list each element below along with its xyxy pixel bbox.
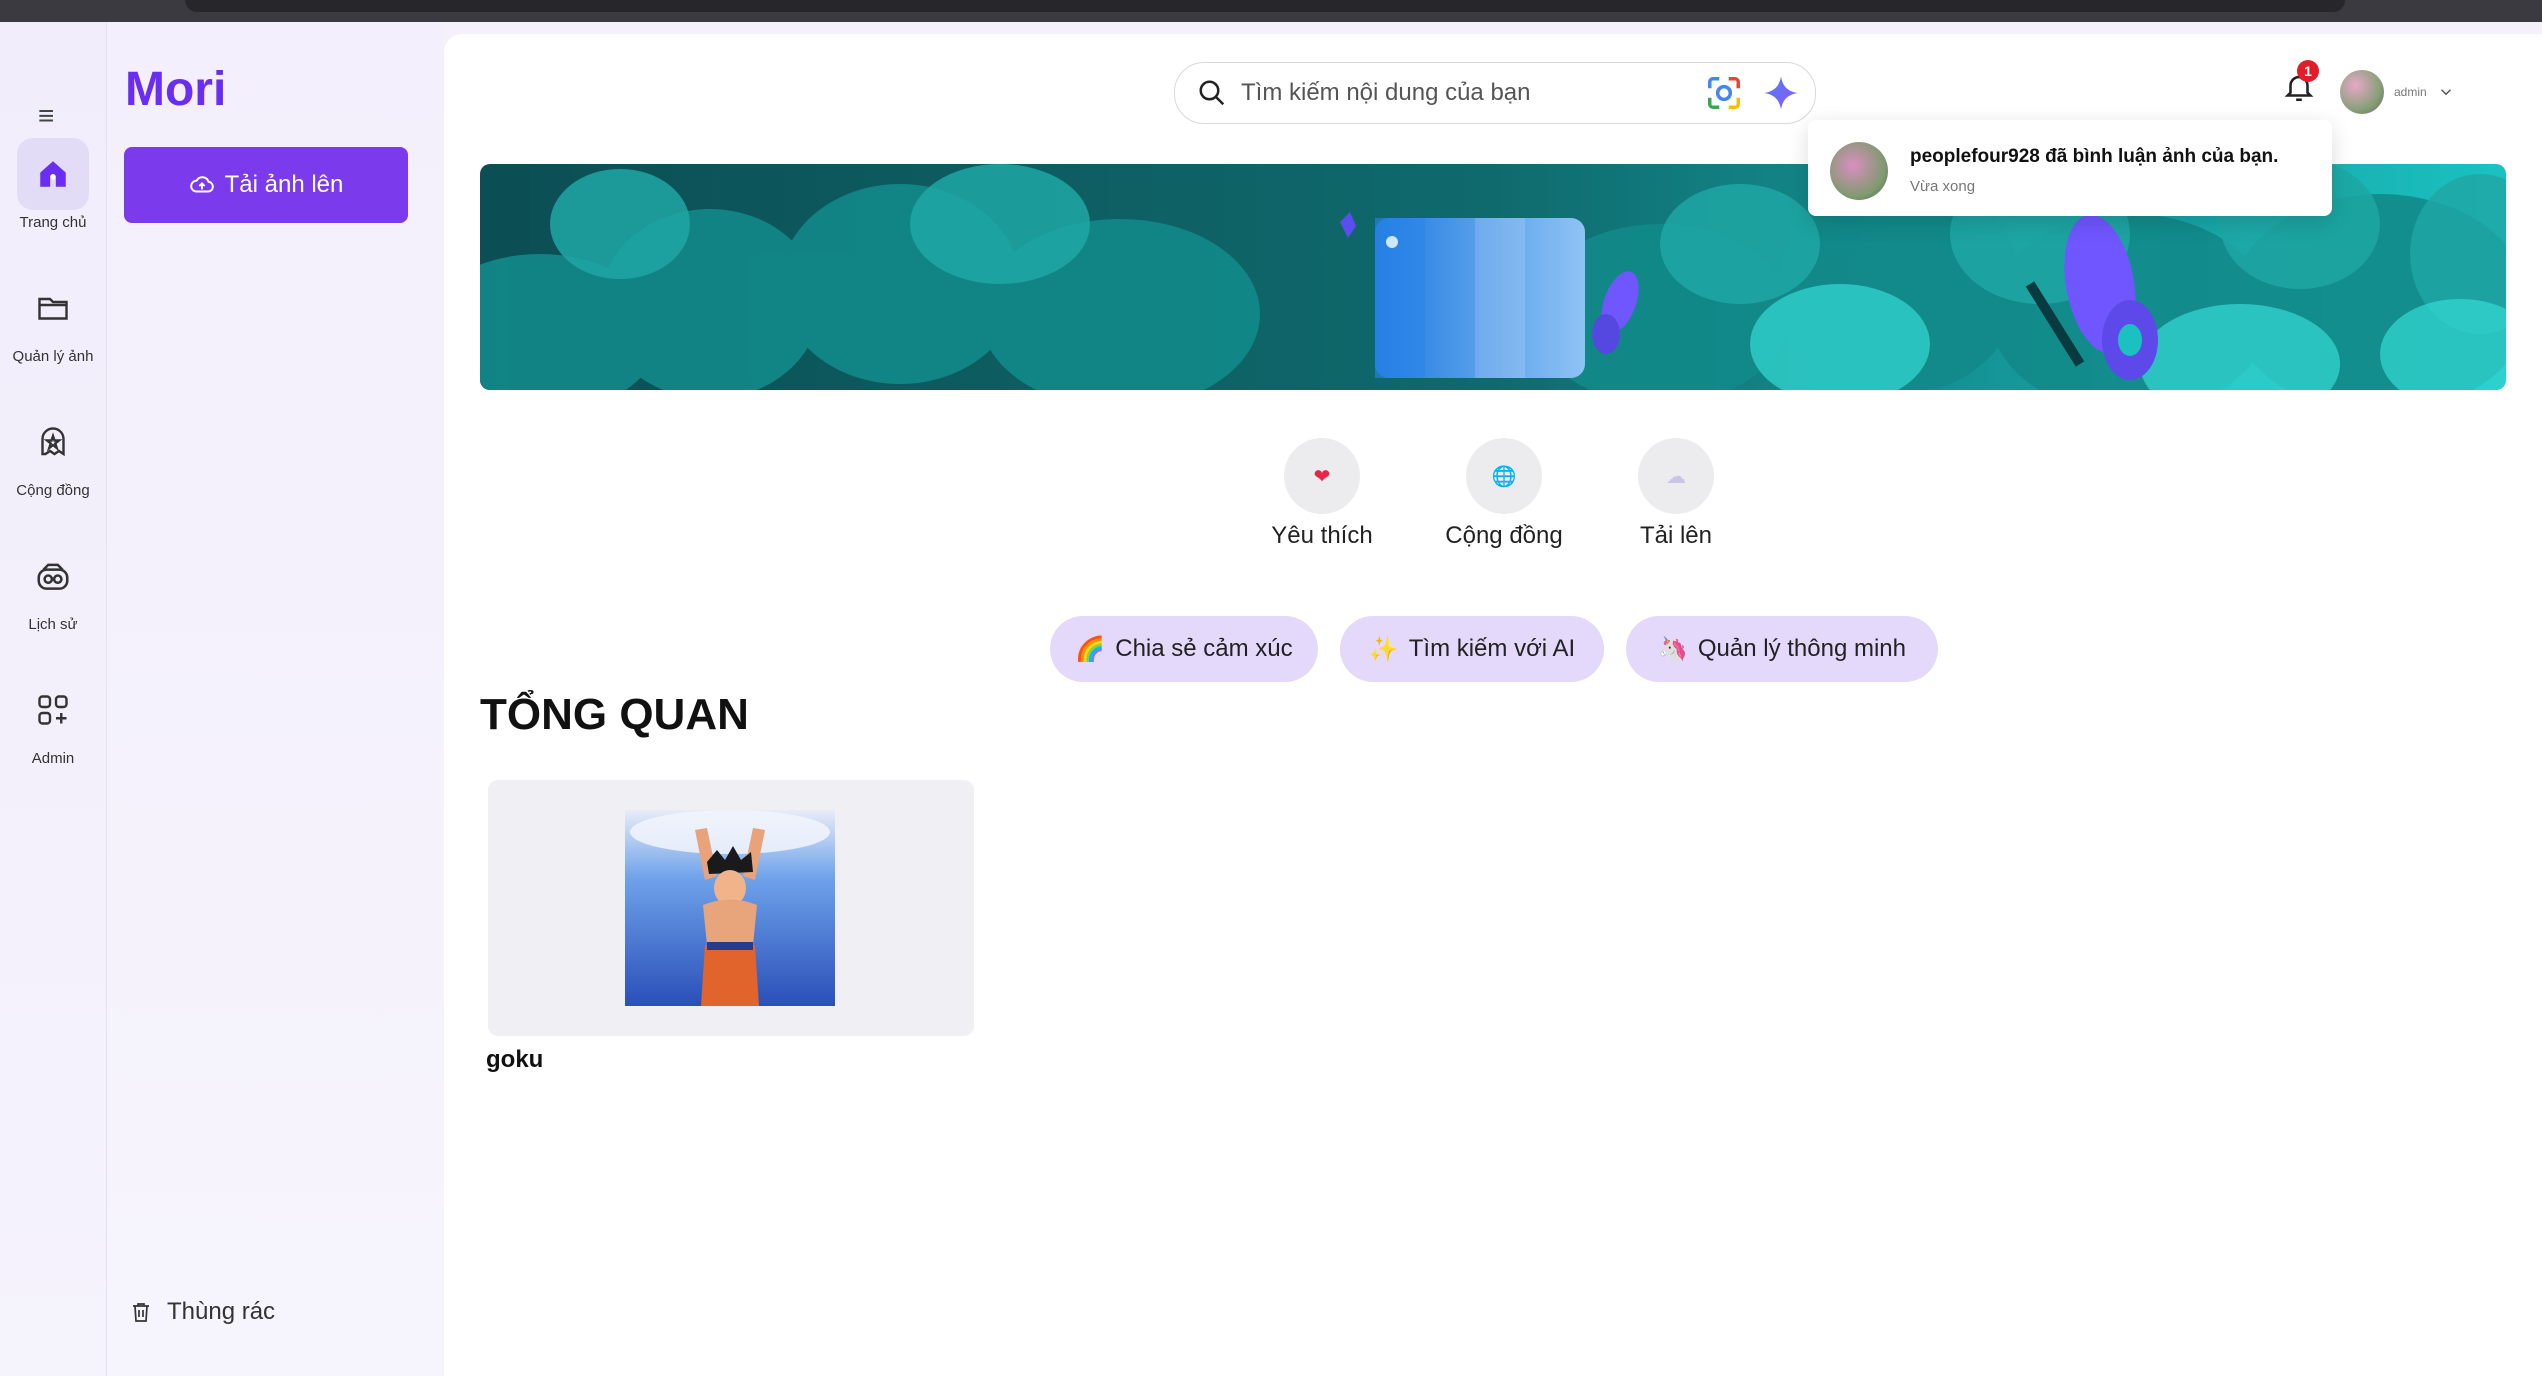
rail-item-home[interactable]: Trang chủ [0,138,106,231]
main-content: Tìm kiếm nội dung của bạn 1 admin people… [444,34,2542,1376]
user-menu[interactable]: admin [2340,70,2455,114]
cloud-upload-icon [189,176,214,193]
search-icon [1199,80,1225,106]
history-icon [17,540,89,612]
image-name: goku [486,1046,544,1073]
app-logo[interactable]: Mori [125,62,226,117]
upload-button-label: Tải ảnh lên [224,171,344,198]
avatar [2340,70,2384,114]
admin-grid-icon [17,674,89,746]
rail-item-history[interactable]: Lịch sử [0,540,106,633]
chip-ai-search[interactable]: ✨ Tìm kiếm với AI [1340,616,1604,682]
quick-action-label: Cộng đồng [1445,522,1563,549]
trash-label: Thùng rác [167,1298,276,1325]
notification-time: Vừa xong [1910,178,1976,195]
trash-link[interactable]: Thùng rác [129,1298,275,1326]
cloud-icon: ☁ [1638,438,1714,514]
hamburger-menu-icon[interactable]: ≡ [38,100,54,132]
rail-item-admin[interactable]: Admin [0,674,106,767]
sparkles-icon: ✨ [1368,635,1399,663]
image-search-lens-icon[interactable] [1705,74,1743,112]
browser-tab-bar [185,0,2345,12]
rail-label-community: Cộng đồng [16,482,90,499]
browser-top-strip [0,0,2542,22]
section-title: TỔNG QUAN [480,690,749,739]
search-input[interactable]: Tìm kiếm nội dung của bạn [1241,79,1705,107]
image-card[interactable] [488,780,974,1036]
side-panel: Mori Tải ảnh lên Thùng rác [107,22,443,1376]
quick-action-label: Yêu thích [1271,522,1373,549]
quick-action-community[interactable]: 🌐 Cộng đồng [1444,438,1564,550]
quick-action-favorites[interactable]: ❤ Yêu thích [1262,438,1382,550]
icon-rail: ≡ Trang chủ Quản lý ảnh Cộng đồng Lịch s… [0,22,107,1376]
notification-avatar [1830,142,1888,200]
rail-label-history: Lịch sử [28,616,78,633]
chevron-down-icon [2440,89,2451,96]
rail-item-community[interactable]: Cộng đồng [0,406,106,499]
rainbow-icon: 🌈 [1075,635,1106,663]
upload-image-button[interactable]: Tải ảnh lên [124,147,408,223]
chip-label: Chia sẻ cảm xúc [1115,635,1293,662]
trash-icon [133,1303,149,1322]
rail-label-home: Trang chủ [19,214,87,231]
folder-icon [17,272,89,344]
home-icon [17,138,89,210]
heart-icon: ❤ [1284,438,1360,514]
community-icon [17,406,89,478]
globe-icon: 🌐 [1466,438,1542,514]
ai-sparkle-icon[interactable] [1761,73,1801,113]
image-thumbnail[interactable] [625,810,835,1006]
notification-popup[interactable]: peoplefour928 đã bình luận ảnh của bạn. … [1808,120,2332,216]
chip-share-feelings[interactable]: 🌈 Chia sẻ cảm xúc [1050,616,1318,682]
rail-item-images[interactable]: Quản lý ảnh [0,272,106,365]
quick-action-label: Tải lên [1639,522,1713,549]
search-bar[interactable]: Tìm kiếm nội dung của bạn [1174,62,1816,124]
unicorn-icon: 🦄 [1657,635,1688,663]
notification-count-badge: 1 [2297,60,2319,82]
quick-action-upload[interactable]: ☁ Tải lên [1616,438,1736,550]
chip-label: Tìm kiếm với AI [1408,635,1576,662]
rail-label-images: Quản lý ảnh [12,348,94,365]
user-name: admin [2394,85,2427,99]
chip-smart-management[interactable]: 🦄 Quản lý thông minh [1626,616,1938,682]
rail-label-admin: Admin [31,750,75,767]
chip-label: Quản lý thông minh [1697,635,1906,662]
notification-message: peoplefour928 đã bình luận ảnh của bạn. [1910,146,2279,167]
